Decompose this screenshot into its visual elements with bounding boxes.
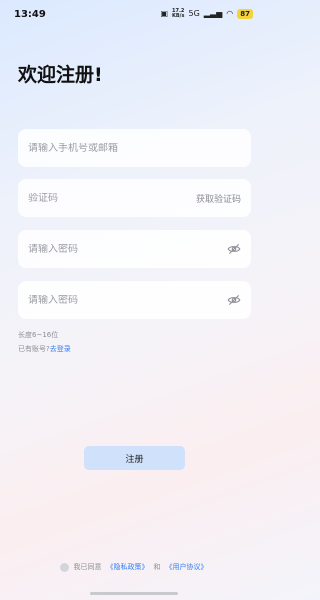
confirm-password-input[interactable] xyxy=(28,294,198,306)
eye-off-icon[interactable] xyxy=(227,293,241,307)
confirm-password-field[interactable] xyxy=(18,281,251,319)
code-input[interactable] xyxy=(28,192,168,204)
wifi-icon: ◠ xyxy=(226,9,234,18)
privacy-policy-link[interactable]: 《隐私政策》 xyxy=(107,562,149,572)
get-code-button[interactable]: 获取验证码 xyxy=(196,192,241,205)
eye-off-icon[interactable] xyxy=(227,242,241,256)
agreement-and: 和 xyxy=(153,563,161,571)
home-indicator[interactable] xyxy=(90,592,178,595)
register-button[interactable]: 注册 xyxy=(84,446,185,470)
status-time: 13:49 xyxy=(14,8,46,20)
net-speed: 17.2 KB/s xyxy=(172,9,185,19)
agreement-checkbox[interactable] xyxy=(59,562,69,572)
page-title: 欢迎注册! xyxy=(18,64,103,86)
agreement-prefix: 我已同意 xyxy=(73,563,102,571)
account-input[interactable] xyxy=(28,142,198,154)
login-link[interactable]: 去登录 xyxy=(50,345,71,353)
signal-icon: ▂▃▅ xyxy=(203,9,223,18)
password-length-hint: 长度6~16位 xyxy=(18,331,59,339)
user-agreement-link[interactable]: 《用户协议》 xyxy=(166,562,208,572)
status-bar: 13:49 ▣ 17.2 KB/s 5G ▂▃▅ ◠ 87 xyxy=(0,0,267,28)
password-field[interactable] xyxy=(18,230,251,268)
status-icons: ▣ 17.2 KB/s 5G ▂▃▅ ◠ 87 xyxy=(160,9,253,19)
battery-indicator: 87 xyxy=(237,9,253,19)
code-field[interactable]: 获取验证码 xyxy=(18,179,251,217)
password-input[interactable] xyxy=(28,243,198,255)
have-account-text: 已有账号? xyxy=(18,345,50,353)
notification-icon: ▣ xyxy=(160,9,168,18)
agreement-row: 我已同意 《隐私政策》 和 《用户协议》 xyxy=(0,562,267,572)
signal-label: 5G xyxy=(188,9,200,18)
account-field[interactable] xyxy=(18,129,251,167)
net-speed-unit: KB/s xyxy=(172,13,185,19)
login-prompt: 已有账号?去登录 xyxy=(18,344,71,354)
